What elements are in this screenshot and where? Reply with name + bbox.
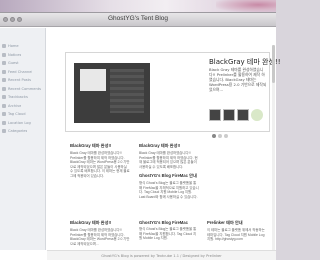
post-card[interactable]: BlackGray 테마 완성!! Black Gray 테마를 완성하였습니다… bbox=[70, 220, 130, 246]
blog-main: BlackGray 테마 완성!! Black Gray 테마를 완성하였습니다… bbox=[47, 28, 281, 260]
sidebar-item-label: Location Log bbox=[8, 120, 31, 125]
post-card[interactable]: GhostYG's Blog FireMac 형식 Ghost's Blog는 … bbox=[139, 220, 199, 241]
sidebar-item-categories[interactable]: Categories bbox=[0, 127, 45, 136]
post-excerpt: 형식 Ghost's Blog는 블로그 플랫폼을 통해 FireMac을 지원… bbox=[139, 227, 197, 241]
thumbnail[interactable] bbox=[251, 109, 263, 121]
pin-icon bbox=[2, 120, 6, 125]
blog-sidebar: Home Notices Guest Feed Channel Recent P… bbox=[0, 28, 46, 250]
preview-panel bbox=[80, 69, 106, 91]
scrollbar[interactable] bbox=[272, 45, 275, 260]
theme-preview bbox=[74, 63, 150, 123]
post-excerpt: Black Gray 테마를 완성하였습니다!! Prelinker를 활용하여… bbox=[70, 228, 130, 246]
sidebar-item-trackbacks[interactable]: Trackbacks bbox=[0, 93, 45, 102]
link-icon bbox=[2, 95, 6, 100]
preview-content bbox=[110, 69, 144, 113]
pager-dot[interactable] bbox=[212, 134, 216, 138]
sidebar-item-label: Notices bbox=[8, 52, 22, 57]
post-card[interactable]: GhostYG's Blog FireMac 안내 형식 Ghost's Blo… bbox=[139, 173, 199, 199]
window-titlebar[interactable]: GhostYG's Tent Blog bbox=[0, 13, 276, 27]
post-excerpt: Black Gray 테마를 완성하였습니다!! Prelinker를 활용하여… bbox=[70, 151, 130, 178]
post-title[interactable]: Prelinker 테마 안내 bbox=[207, 220, 267, 226]
post-excerpt: 이 테마는 블로그 플랫폼 위에서 작동하는 테마입니다. Tag Cloud … bbox=[207, 228, 265, 242]
sidebar-item-location-log[interactable]: Location Log bbox=[0, 119, 45, 128]
blog-footer: GhostYG's Blog is powered by Textcube 1.… bbox=[47, 250, 276, 260]
tag-icon bbox=[2, 112, 6, 117]
desktop-wallpaper bbox=[0, 0, 276, 12]
post-card[interactable]: BlackGray 테마 완성!! Black Gray 테마를 완성하였습니다… bbox=[70, 143, 130, 179]
sidebar-item-notices[interactable]: Notices bbox=[0, 51, 45, 60]
sidebar-item-label: Feed Channel bbox=[8, 69, 33, 74]
sidebar-item-feed[interactable]: Feed Channel bbox=[0, 68, 45, 77]
pager-dot[interactable] bbox=[218, 134, 222, 138]
post-title[interactable]: GhostYG's Blog FireMac 안내 bbox=[139, 173, 199, 179]
featured-post[interactable]: BlackGray 테마 완성!! Black Gray 테마를 완성하였습니다… bbox=[65, 52, 281, 132]
featured-title[interactable]: BlackGray 테마 완성!! bbox=[209, 57, 281, 67]
pager-dot[interactable] bbox=[224, 134, 228, 138]
sidebar-item-label: Guest bbox=[8, 61, 19, 66]
page-icon bbox=[2, 61, 6, 66]
sidebar-item-recent-posts[interactable]: Recent Posts bbox=[0, 76, 45, 85]
post-title[interactable]: BlackGray 테마 완성!! bbox=[70, 143, 130, 149]
wallpaper-flower bbox=[216, 0, 276, 12]
thumbnail[interactable] bbox=[223, 109, 235, 121]
comment-icon bbox=[2, 86, 6, 91]
page-icon bbox=[2, 78, 6, 83]
sidebar-item-archive[interactable]: Archive bbox=[0, 102, 45, 111]
archive-icon bbox=[2, 103, 6, 108]
post-card[interactable]: BlackGray 테마 완성!! Black Gray 테마를 완성하였습니다… bbox=[139, 143, 199, 169]
post-title[interactable]: GhostYG's Blog FireMac bbox=[139, 220, 199, 225]
sidebar-item-label: Recent Comments bbox=[8, 86, 42, 91]
sidebar-item-recent-comments[interactable]: Recent Comments bbox=[0, 85, 45, 94]
post-excerpt: 형식 Ghost's Blog는 블로그 플랫폼을 통해 FireMac을 자체… bbox=[139, 181, 199, 199]
featured-screenshot bbox=[68, 55, 152, 131]
folder-icon bbox=[2, 129, 6, 134]
footer-credits: GhostYG's Blog is powered by Textcube 1.… bbox=[101, 254, 222, 258]
featured-excerpt: Black Gray 테마를 완성하였습니다!! Prelinker를 활용하여… bbox=[209, 67, 267, 92]
sidebar-item-label: Recent Posts bbox=[8, 78, 31, 83]
rss-icon bbox=[2, 69, 6, 74]
featured-thumbnails bbox=[209, 109, 263, 121]
browser-window: GhostYG's Tent Blog Home Notices Guest F… bbox=[0, 12, 281, 260]
sidebar-item-guest[interactable]: Guest bbox=[0, 59, 45, 68]
sidebar-item-label: Archive bbox=[8, 103, 22, 108]
post-card[interactable]: Prelinker 테마 안내 이 테마는 블로그 플랫폼 위에서 작동하는 테… bbox=[207, 220, 267, 242]
sidebar-item-label: Tag Cloud bbox=[8, 112, 26, 117]
sidebar-item-label: Categories bbox=[8, 129, 28, 134]
sidebar-item-label: Trackbacks bbox=[8, 95, 28, 100]
post-title[interactable]: BlackGray 테마 완성!! bbox=[70, 220, 130, 226]
post-title[interactable]: BlackGray 테마 완성!! bbox=[139, 143, 199, 149]
sidebar-item-tag-cloud[interactable]: Tag Cloud bbox=[0, 110, 45, 119]
home-icon bbox=[2, 44, 6, 49]
thumbnail[interactable] bbox=[237, 109, 249, 121]
page-icon bbox=[2, 52, 6, 57]
sidebar-item-home[interactable]: Home bbox=[0, 42, 45, 51]
scroll-thumb[interactable] bbox=[272, 45, 275, 83]
post-excerpt: Black Gray 테마를 완성하였습니다!! Prelinker를 활용하여… bbox=[139, 151, 198, 169]
thumbnail[interactable] bbox=[209, 109, 221, 121]
window-title: GhostYG's Tent Blog bbox=[107, 15, 168, 22]
slider-pager bbox=[212, 134, 228, 138]
sidebar-item-label: Home bbox=[8, 44, 19, 49]
